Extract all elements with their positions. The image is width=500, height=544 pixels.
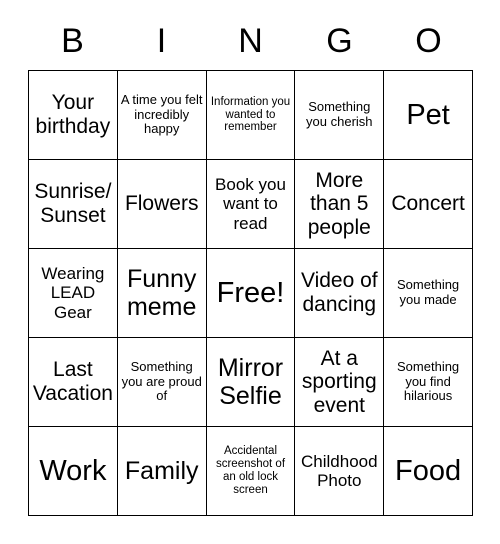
bingo-header-letter-g: G — [326, 22, 353, 60]
bingo-cell-label: More than 5 people — [307, 168, 371, 239]
bingo-cell-label: Food — [395, 454, 462, 487]
bingo-cell-r5-c1[interactable]: Work — [29, 427, 118, 516]
bingo-header-letter-o: O — [415, 22, 442, 60]
bingo-cell-label: Book you want to read — [215, 175, 286, 233]
bingo-cell-label: Flowers — [124, 192, 199, 216]
bingo-cell-r1-c4[interactable]: Something you cherish — [295, 71, 385, 160]
bingo-cell-label: Information you wanted to remember — [210, 95, 291, 134]
bingo-cell-r4-c3[interactable]: Mirror Selfie — [206, 338, 296, 427]
bingo-cell-r3-c2[interactable]: Funny meme — [117, 249, 207, 338]
bingo-cell-label: Something you are proud of — [121, 359, 202, 404]
bingo-header: B I N G O — [28, 16, 473, 66]
bingo-cell-label: Sunrise/ Sunset — [34, 180, 112, 227]
bingo-cell-label: Family — [124, 457, 199, 485]
bingo-cell-r2-c3[interactable]: Book you want to read — [206, 160, 296, 249]
bingo-cell-r4-c5[interactable]: Something you find hilarious — [384, 338, 473, 427]
bingo-cell-label: Pet — [406, 98, 450, 131]
bingo-cell-label: Video of dancing — [300, 269, 378, 316]
bingo-cell-label: Free! — [216, 276, 285, 309]
bingo-cell-label: Wearing LEAD Gear — [41, 264, 105, 322]
bingo-cell-r4-c2[interactable]: Something you are proud of — [117, 338, 207, 427]
bingo-cell-label: Last Vacation — [32, 358, 113, 405]
bingo-cell-label: Accidental screenshot of an old lock scr… — [215, 445, 286, 496]
bingo-cell-r3-c4[interactable]: Video of dancing — [295, 249, 385, 338]
bingo-cell-r1-c3[interactable]: Information you wanted to remember — [206, 71, 296, 160]
bingo-cell-r3-c3[interactable]: Free! — [206, 249, 296, 338]
bingo-cell-r5-c3[interactable]: Accidental screenshot of an old lock scr… — [206, 427, 296, 516]
bingo-cell-r5-c4[interactable]: Childhood Photo — [295, 427, 385, 516]
bingo-cell-label: Concert — [391, 192, 465, 216]
bingo-cell-label: Something you cherish — [306, 99, 373, 129]
bingo-cell-r5-c2[interactable]: Family — [117, 427, 207, 516]
bingo-cell-label: At a sporting event — [301, 346, 377, 417]
bingo-cell-r4-c4[interactable]: At a sporting event — [295, 338, 385, 427]
bingo-cell-r2-c1[interactable]: Sunrise/ Sunset — [29, 160, 118, 249]
bingo-cell-r5-c5[interactable]: Food — [384, 427, 473, 516]
bingo-cell-r2-c4[interactable]: More than 5 people — [295, 160, 385, 249]
bingo-cell-label: Your birthday — [35, 91, 111, 138]
bingo-cell-r4-c1[interactable]: Last Vacation — [29, 338, 118, 427]
bingo-cell-label: A time you felt incredibly happy — [120, 92, 203, 137]
bingo-card: B I N G O Your birthday A time you felt i… — [0, 0, 500, 544]
bingo-cell-r1-c5[interactable]: Pet — [384, 71, 473, 160]
bingo-header-letter-b: B — [61, 22, 84, 60]
bingo-cell-r3-c5[interactable]: Something you made — [384, 249, 473, 338]
bingo-header-letter-i: I — [156, 22, 167, 60]
bingo-cell-label: Something you find hilarious — [397, 359, 460, 404]
bingo-cell-r2-c5[interactable]: Concert — [384, 160, 473, 249]
bingo-cell-r1-c1[interactable]: Your birthday — [29, 71, 118, 160]
bingo-cell-r3-c1[interactable]: Wearing LEAD Gear — [29, 249, 118, 338]
bingo-cell-r2-c2[interactable]: Flowers — [117, 160, 207, 249]
bingo-cell-label: Mirror Selfie — [217, 354, 284, 410]
bingo-cell-label: Something you made — [397, 277, 460, 307]
bingo-cell-label: Childhood Photo — [301, 451, 378, 490]
bingo-cell-label: Funny meme — [126, 265, 197, 321]
bingo-header-letter-n: N — [238, 22, 263, 60]
bingo-grid: Your birthday A time you felt incredibly … — [28, 70, 473, 516]
bingo-cell-label: Work — [39, 454, 107, 487]
bingo-cell-r1-c2[interactable]: A time you felt incredibly happy — [117, 71, 207, 160]
